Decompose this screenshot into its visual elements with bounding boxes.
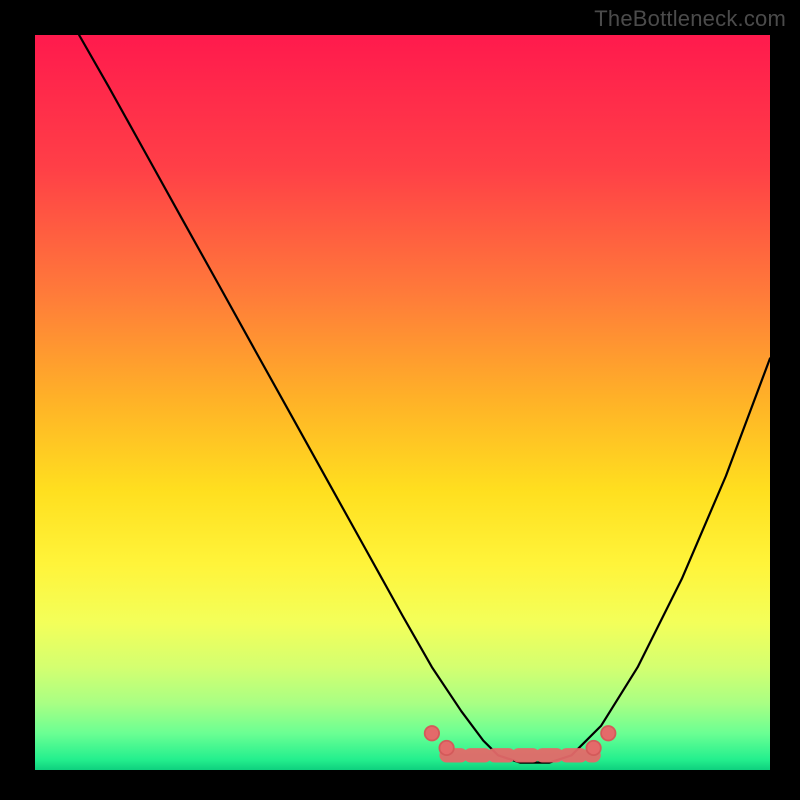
chart-frame: TheBottleneck.com xyxy=(0,0,800,800)
watermark-label: TheBottleneck.com xyxy=(594,6,786,32)
bottleneck-chart xyxy=(0,0,800,800)
plot-background xyxy=(35,35,770,770)
